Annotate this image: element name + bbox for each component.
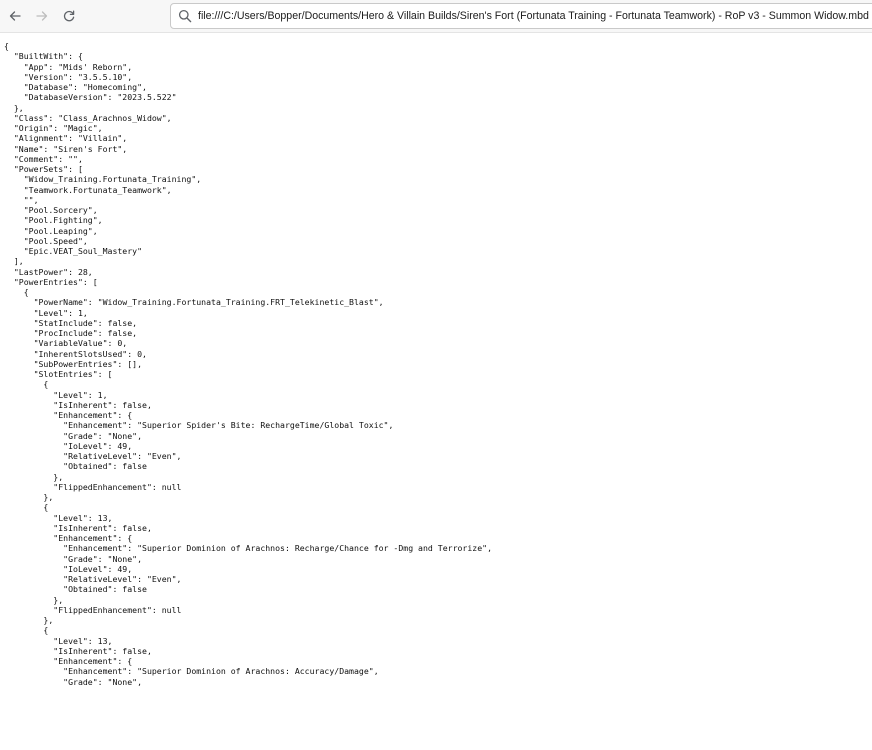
- document-line: {: [4, 625, 49, 636]
- back-button[interactable]: [3, 4, 27, 28]
- document-line: "SlotEntries": [: [4, 369, 113, 379]
- document-line: "PowerSets": [: [4, 164, 83, 174]
- document-line: "ProcInclude": false,: [4, 328, 138, 338]
- document-line: "Alignment": "Villain",: [4, 133, 128, 144]
- document-line: "Level": 13,: [4, 512, 113, 523]
- document-line: "Version": "3.5.5.10",: [4, 71, 133, 82]
- reload-button[interactable]: [57, 4, 81, 28]
- document-line: "Origin": "Magic",: [4, 123, 103, 133]
- document-line: "FlippedEnhancement": null: [4, 604, 182, 615]
- document-line: "Database": "Homecoming",: [4, 82, 147, 92]
- document-line: "Comment": "",: [4, 153, 83, 164]
- document-line: "RelativeLevel": "Even",: [4, 451, 182, 461]
- document-line: },: [4, 471, 64, 482]
- document-line: "IsInherent": false,: [4, 645, 152, 656]
- document-line: {: [4, 502, 49, 513]
- document-line: "IsInherent": false,: [4, 522, 152, 533]
- document-line: "RelativeLevel": "Even",: [4, 574, 182, 584]
- document-line: {: [4, 379, 49, 390]
- document-line: "Widow_Training.Fortunata_Training",: [4, 174, 202, 185]
- document-line: "Pool.Speed",: [4, 235, 88, 246]
- reload-icon: [63, 10, 75, 22]
- forward-button[interactable]: [30, 4, 54, 28]
- document-line: "IsInherent": false,: [4, 399, 152, 410]
- document-line: "Name": "Siren's Fort",: [4, 143, 128, 154]
- document-line: "Level": 13,: [4, 635, 113, 646]
- document-line: "SubPowerEntries": [],: [4, 358, 143, 369]
- document-line: "Class": "Class_Arachnos_Widow",: [4, 112, 172, 123]
- document-line: "",: [4, 194, 39, 205]
- document-line: {: [4, 287, 29, 297]
- document-line: "Pool.Leaping",: [4, 225, 98, 236]
- document-line: "Enhancement": "Superior Dominion of Ara…: [4, 666, 379, 677]
- document-line: "StatInclude": false,: [4, 317, 138, 328]
- document-line: },: [4, 615, 54, 625]
- document-line: "Enhancement": {: [4, 656, 133, 666]
- document-line: "DatabaseVersion": "2023.5.522": [4, 92, 177, 103]
- arrow-left-icon: [9, 11, 21, 21]
- document-line: "Grade": "None",: [4, 430, 143, 441]
- document-line: "Obtained": false: [4, 461, 147, 472]
- document-line: "IoLevel": 49,: [4, 563, 133, 574]
- json-document: { "BuiltWith": { "App": "Mids' Reborn", …: [0, 33, 872, 687]
- arrow-right-icon: [36, 11, 48, 21]
- document-line: "Pool.Fighting",: [4, 215, 103, 226]
- document-line: "Pool.Sorcery",: [4, 205, 98, 215]
- document-line: "LastPower": 28,: [4, 266, 93, 277]
- document-line: "Obtained": false: [4, 584, 147, 595]
- document-line: "Enhancement": {: [4, 410, 133, 420]
- document-line: "VariableValue": 0,: [4, 338, 128, 349]
- document-line: "Grade": "None",: [4, 553, 143, 564]
- document-line: },: [4, 492, 54, 502]
- document-line: "Level": 1,: [4, 389, 108, 400]
- document-line: "FlippedEnhancement": null: [4, 481, 182, 492]
- document-line: "Teamwork.Fortunata_Teamwork",: [4, 184, 172, 195]
- document-line: ],: [4, 256, 24, 267]
- document-line: "Enhancement": {: [4, 533, 133, 543]
- document-line: {: [4, 41, 9, 51]
- browser-toolbar: file:///C:/Users/Bopper/Documents/Hero &…: [0, 0, 872, 33]
- address-bar[interactable]: file:///C:/Users/Bopper/Documents/Hero &…: [170, 3, 872, 29]
- search-icon: [178, 9, 192, 23]
- document-line: },: [4, 594, 64, 605]
- document-line: "PowerEntries": [: [4, 276, 98, 287]
- url-text[interactable]: file:///C:/Users/Bopper/Documents/Hero &…: [198, 10, 869, 22]
- document-line: "Enhancement": "Superior Dominion of Ara…: [4, 543, 492, 554]
- document-line: "Level": 1,: [4, 307, 88, 318]
- page-content: { "BuiltWith": { "App": "Mids' Reborn", …: [0, 33, 872, 750]
- document-line: "Enhancement": "Superior Spider's Bite: …: [4, 420, 394, 431]
- document-line: "BuiltWith": {: [4, 51, 83, 62]
- document-line: "PowerName": "Widow_Training.Fortunata_T…: [4, 297, 384, 308]
- document-line: "App": "Mids' Reborn",: [4, 61, 133, 72]
- document-line: },: [4, 102, 24, 113]
- document-line: "IoLevel": 49,: [4, 440, 133, 451]
- document-line: "Epic.VEAT_Soul_Mastery": [4, 246, 143, 256]
- document-line: "Grade": "None",: [4, 676, 143, 687]
- document-line: "InherentSlotsUsed": 0,: [4, 348, 147, 359]
